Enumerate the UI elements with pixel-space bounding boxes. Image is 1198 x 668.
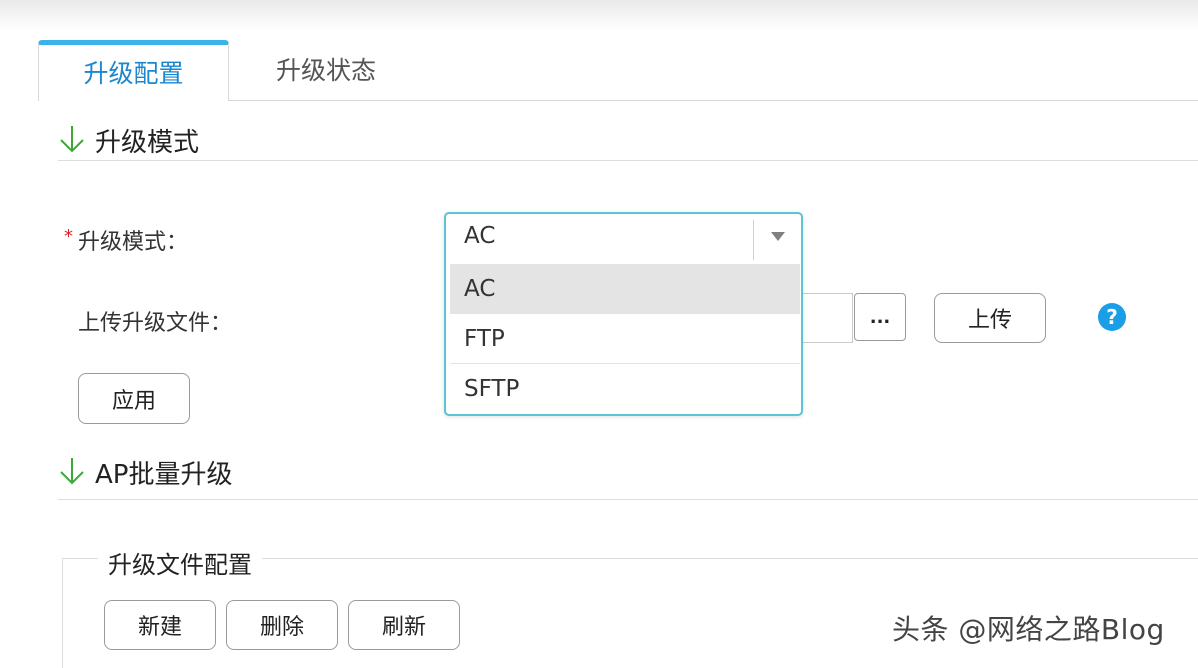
upload-file-input[interactable]	[803, 293, 853, 343]
upgrade-mode-select[interactable]: AC AC FTP SFTP	[444, 212, 803, 416]
select-divider	[753, 220, 754, 260]
required-mark: *	[64, 226, 73, 247]
select-value-text: AC	[464, 223, 496, 249]
dropdown-option-sftp[interactable]: SFTP	[450, 364, 800, 414]
upload-button[interactable]: 上传	[934, 293, 1046, 343]
down-arrow-icon	[60, 126, 84, 153]
dropdown-option-ac[interactable]: AC	[450, 264, 800, 314]
delete-button[interactable]: 删除	[226, 600, 338, 650]
browse-button[interactable]: ...	[854, 293, 906, 341]
apply-button[interactable]: 应用	[78, 373, 190, 424]
help-icon[interactable]: ?	[1098, 303, 1126, 331]
select-current-value[interactable]: AC	[446, 214, 801, 264]
refresh-button[interactable]: 刷新	[348, 600, 460, 650]
tab-upgrade-status[interactable]: 升级状态	[238, 40, 414, 101]
section-ap-batch-upgrade: AP批量升级	[58, 450, 1198, 500]
upgrade-mode-label: 升级模式：	[78, 230, 189, 255]
watermark-text: 头条 @网络之路Blog	[892, 613, 1165, 646]
section-upgrade-mode: 升级模式	[58, 118, 1198, 161]
chevron-down-icon[interactable]	[771, 232, 785, 241]
section-title: 升级模式	[95, 128, 200, 158]
top-shade	[0, 0, 1198, 30]
upgrade-file-config-legend: 升级文件配置	[98, 545, 262, 580]
down-arrow-icon	[60, 458, 84, 485]
dropdown-option-ftp[interactable]: FTP	[450, 314, 800, 364]
new-button[interactable]: 新建	[104, 600, 216, 650]
section-title: AP批量升级	[95, 460, 233, 490]
tab-upgrade-config[interactable]: 升级配置	[38, 40, 229, 101]
upload-file-label: 上传升级文件：	[78, 311, 233, 336]
